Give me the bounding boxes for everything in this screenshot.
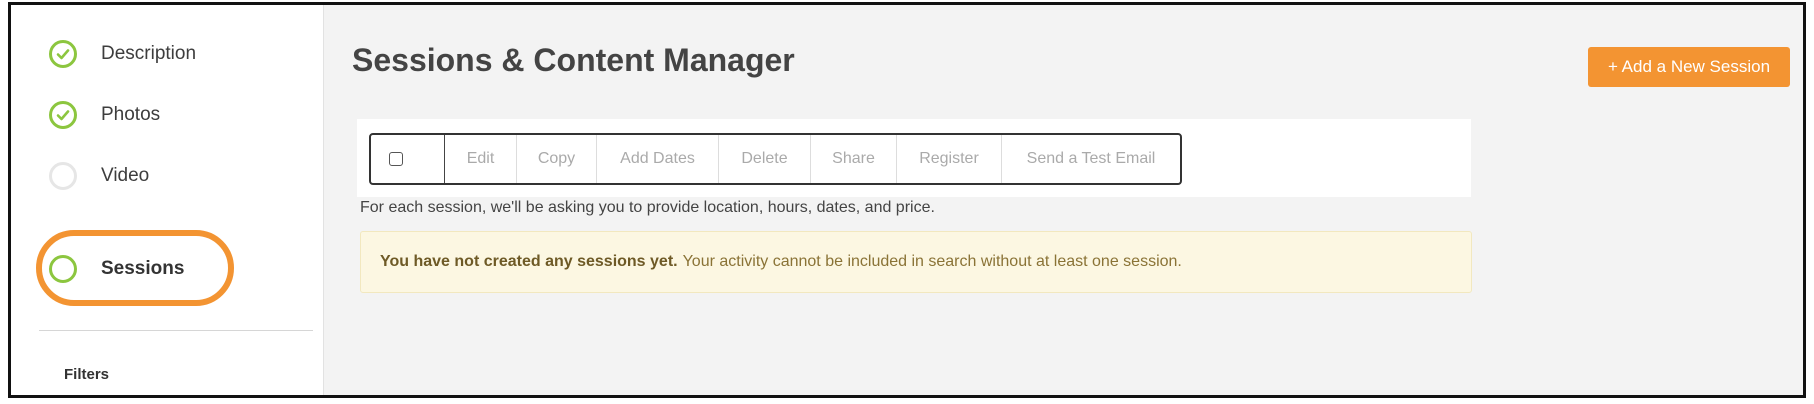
toolbar-panel: Edit Copy Add Dates Delete Share Registe… <box>357 119 1471 197</box>
sidebar-item-sessions[interactable]: Sessions <box>49 249 184 289</box>
share-button[interactable]: Share <box>811 135 897 183</box>
delete-button[interactable]: Delete <box>719 135 811 183</box>
sidebar-item-label: Video <box>101 165 150 186</box>
sidebar: Description Photos Video Sessions Filter… <box>11 5 324 395</box>
app-frame: Description Photos Video Sessions Filter… <box>8 2 1806 398</box>
copy-button[interactable]: Copy <box>517 135 597 183</box>
add-dates-button[interactable]: Add Dates <box>597 135 719 183</box>
send-test-email-button[interactable]: Send a Test Email <box>1002 135 1180 183</box>
select-all-checkbox[interactable] <box>371 135 445 183</box>
sidebar-item-video[interactable]: Video <box>49 156 149 196</box>
sidebar-filters-heading[interactable]: Filters <box>64 366 109 383</box>
ring-circle-icon <box>49 255 77 283</box>
register-button[interactable]: Register <box>897 135 1002 183</box>
sidebar-item-label: Sessions <box>101 258 185 279</box>
alert-strong-text: You have not created any sessions yet. <box>380 253 678 270</box>
sessions-hint-text: For each session, we'll be asking you to… <box>360 199 935 216</box>
sidebar-item-label: Photos <box>101 104 161 125</box>
sidebar-divider <box>39 330 313 331</box>
no-sessions-alert: You have not created any sessions yet. Y… <box>360 231 1472 293</box>
add-new-session-button[interactable]: + Add a New Session <box>1588 47 1790 87</box>
check-circle-icon <box>49 101 77 129</box>
main-content: Sessions & Content Manager + Add a New S… <box>324 5 1803 395</box>
empty-circle-icon <box>49 162 77 190</box>
sidebar-item-label: Description <box>101 43 197 64</box>
edit-button[interactable]: Edit <box>445 135 517 183</box>
sidebar-item-description[interactable]: Description <box>49 34 196 74</box>
alert-message-text: Your activity cannot be included in sear… <box>682 253 1182 270</box>
sidebar-item-photos[interactable]: Photos <box>49 95 160 135</box>
page-title: Sessions & Content Manager <box>352 42 795 78</box>
check-circle-icon <box>49 40 77 68</box>
checkbox-box[interactable] <box>388 152 403 166</box>
bulk-actions-toolbar: Edit Copy Add Dates Delete Share Registe… <box>369 133 1182 185</box>
